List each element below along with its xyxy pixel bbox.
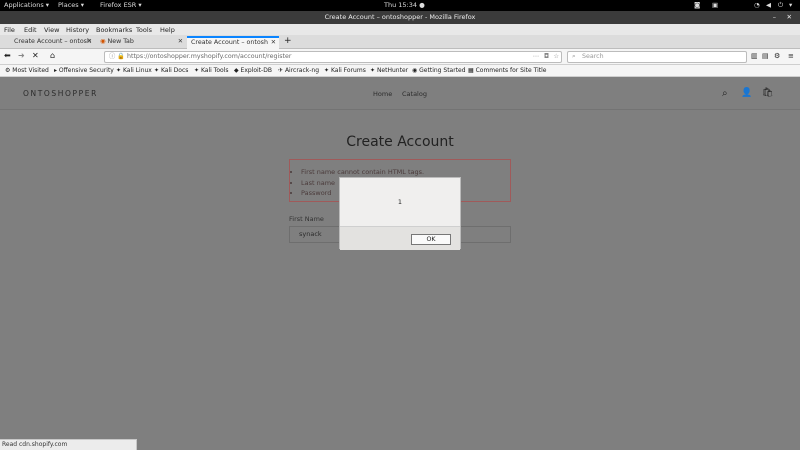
wifi-icon: ◔ xyxy=(754,1,760,9)
status-bar: Read cdn.shopify.com xyxy=(0,439,137,450)
cart-icon[interactable]: 🛍 xyxy=(762,88,773,98)
bookmark-nethunter[interactable]: ✦ NetHunter xyxy=(370,67,408,74)
alert-footer: OK xyxy=(340,226,460,250)
forward-icon[interactable]: ➜ xyxy=(18,51,25,60)
close-icon[interactable]: ✕ xyxy=(271,38,276,48)
minimize-icon[interactable]: – xyxy=(773,11,776,24)
bookmark-most-visited[interactable]: ⚙ Most Visited xyxy=(5,67,49,74)
alert-dialog: 1 OK xyxy=(339,177,461,250)
system-clock: Thu 15:34 ● xyxy=(384,1,425,9)
bookmark-star-icon[interactable]: ☆ xyxy=(553,52,559,62)
search-icon: ⌕ xyxy=(572,53,576,60)
error-item: First name cannot contain HTML tags. xyxy=(301,167,510,178)
menu-bookmarks[interactable]: Bookmarks xyxy=(96,26,132,34)
menu-file[interactable]: File xyxy=(4,26,15,34)
power-icon[interactable]: ⏻ xyxy=(778,1,783,10)
bookmark-kali-tools[interactable]: ✦ Kali Tools xyxy=(194,67,228,74)
bookmark-aircrack-ng[interactable]: ✈ Aircrack-ng xyxy=(278,67,319,74)
navigation-toolbar: ⬅ ➜ ✕ ⌂ ⓘ 🔒 https://ontoshopper.myshopif… xyxy=(0,49,800,65)
places-menu[interactable]: Places ▾ xyxy=(58,1,84,9)
bookmark-kali-linux[interactable]: ✦ Kali Linux xyxy=(116,67,152,74)
lock-icon[interactable]: 🔒 xyxy=(117,52,125,62)
volume-icon: ◀ xyxy=(766,1,771,9)
bookmarks-toolbar: ⚙ Most Visited ▸ Offensive Security ✦ Ka… xyxy=(0,65,800,77)
bookmark-kali-forums[interactable]: ✦ Kali Forums xyxy=(324,67,366,74)
page-actions-icon[interactable]: ⋯ xyxy=(533,52,539,62)
search-placeholder: Search xyxy=(582,53,604,60)
site-logo[interactable]: ONTOSHOPPER xyxy=(23,89,98,98)
bookmark-getting-started[interactable]: ◉ Getting Started xyxy=(412,67,466,74)
tab-label: New Tab xyxy=(107,38,134,45)
page-title: Create Account xyxy=(346,134,454,150)
extension-icon[interactable]: ⚙ xyxy=(774,52,780,60)
close-icon[interactable]: ✕ xyxy=(787,11,792,24)
menu-edit[interactable]: Edit xyxy=(24,26,37,34)
menu-history[interactable]: History xyxy=(66,26,89,34)
window-title: Create Account – ontoshopper - Mozilla F… xyxy=(324,13,476,21)
close-icon[interactable]: ✕ xyxy=(178,36,183,48)
search-icon[interactable]: ⌕ xyxy=(722,88,728,99)
sidebar-icon[interactable]: ▤ xyxy=(762,52,769,60)
tab-label: Create Account – ontosh xyxy=(191,39,268,46)
ok-button[interactable]: OK xyxy=(411,234,451,245)
info-icon[interactable]: ⓘ xyxy=(109,52,115,62)
site-header: ONTOSHOPPER Home Catalog ⌕ 👤 🛍 xyxy=(0,77,800,110)
firefox-app-menu[interactable]: Firefox ESR ▾ xyxy=(100,1,142,9)
hamburger-menu-icon[interactable]: ≡ xyxy=(788,52,794,60)
menu-help[interactable]: Help xyxy=(160,26,175,34)
tab-bar: Create Account – ontosh ✕ ◉ New Tab ✕ Cr… xyxy=(0,35,800,49)
chevron-down-icon[interactable]: ▾ xyxy=(789,1,792,9)
close-icon[interactable]: ✕ xyxy=(87,36,92,48)
nav-home[interactable]: Home xyxy=(373,90,392,98)
bookmark-kali-docs[interactable]: ✦ Kali Docs xyxy=(154,67,188,74)
window-title-bar: Create Account – ontoshopper - Mozilla F… xyxy=(0,11,800,24)
stop-icon[interactable]: ✕ xyxy=(32,51,39,60)
home-icon[interactable]: ⌂ xyxy=(50,51,55,60)
search-box[interactable]: ⌕ Search xyxy=(567,51,747,63)
bookmark-comments-site-title[interactable]: ▦ Comments for Site Title xyxy=(468,67,546,74)
bookmark-exploit-db[interactable]: ◆ Exploit-DB xyxy=(234,67,272,74)
tab-create-account-active[interactable]: Create Account – ontosh ✕ xyxy=(187,36,279,49)
first-name-label: First Name xyxy=(289,215,324,223)
bookmark-offensive-security[interactable]: ▸ Offensive Security xyxy=(54,67,114,74)
firefox-icon: ◉ xyxy=(100,38,106,45)
applications-menu[interactable]: Applications ▾ xyxy=(4,1,49,9)
url-bar[interactable]: ⓘ 🔒 https://ontoshopper.myshopify.com/ac… xyxy=(104,51,562,63)
back-icon[interactable]: ⬅ xyxy=(4,51,11,60)
camera-icon: ◙ xyxy=(694,1,701,9)
tab-label: Create Account – ontosh xyxy=(14,38,91,45)
system-top-bar: Applications ▾ Places ▾ Firefox ESR ▾ Th… xyxy=(0,0,800,11)
nav-catalog[interactable]: Catalog xyxy=(402,90,427,98)
calendar-icon: ▣ xyxy=(712,1,719,9)
library-icon[interactable]: ▥ xyxy=(751,52,758,60)
menu-bar: File Edit View History Bookmarks Tools H… xyxy=(0,24,800,35)
menu-tools[interactable]: Tools xyxy=(136,26,152,34)
tab-create-account-1[interactable]: Create Account – ontosh ✕ xyxy=(10,36,95,49)
pocket-icon[interactable]: ◘ xyxy=(544,52,549,62)
url-text[interactable]: https://ontoshopper.myshopify.com/accoun… xyxy=(127,53,291,60)
account-icon[interactable]: 👤 xyxy=(741,88,752,98)
menu-view[interactable]: View xyxy=(44,26,59,34)
tab-new-tab[interactable]: ◉ New Tab ✕ xyxy=(96,36,186,49)
new-tab-button[interactable]: + xyxy=(284,36,292,46)
alert-message: 1 xyxy=(397,198,403,206)
page-content: ONTOSHOPPER Home Catalog ⌕ 👤 🛍 Create Ac… xyxy=(0,77,800,450)
